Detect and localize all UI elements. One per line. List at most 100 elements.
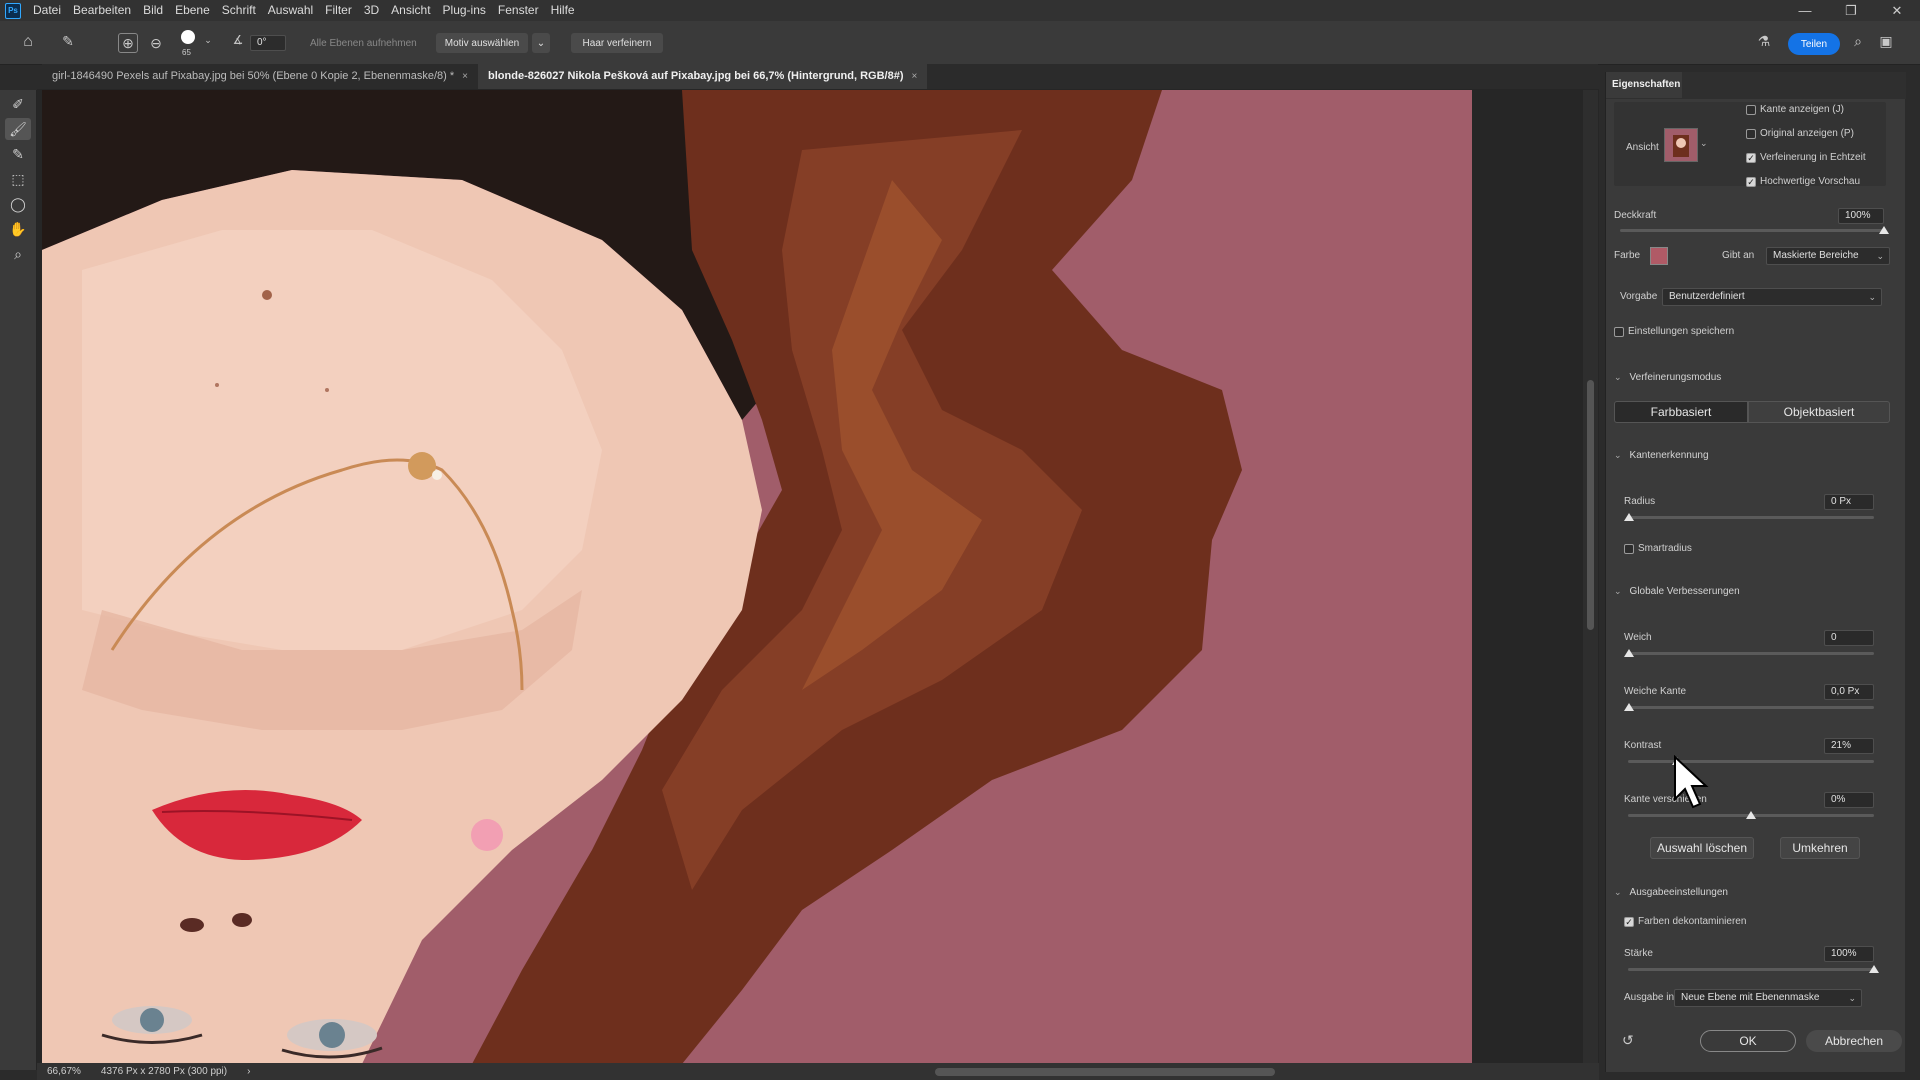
realtime-refine-checkbox[interactable]: ✓ xyxy=(1746,153,1756,163)
show-edge-checkbox[interactable] xyxy=(1746,105,1756,115)
brush-size-value: 65 xyxy=(182,48,191,57)
output-settings-section[interactable]: ⌄ Ausgabeeinstellungen xyxy=(1614,887,1728,898)
photo-upside-down-woman xyxy=(42,90,1472,1064)
invert-button[interactable]: Umkehren xyxy=(1780,837,1860,859)
brush-preview-icon[interactable] xyxy=(181,30,195,44)
radius-field[interactable]: 0 Px xyxy=(1824,494,1874,510)
feather-field[interactable]: 0,0 Px xyxy=(1824,684,1874,700)
menu-plugins[interactable]: Plug-ins xyxy=(437,0,492,21)
select-subject-dropdown[interactable]: ⌄ xyxy=(532,33,550,53)
shift-edge-slider-thumb[interactable] xyxy=(1746,811,1756,819)
menu-ansicht[interactable]: Ansicht xyxy=(385,0,436,21)
global-refinements-label: Globale Verbesserungen xyxy=(1629,586,1740,597)
refine-edge-brush-icon[interactable]: 🖌 xyxy=(5,118,31,140)
menu-bild[interactable]: Bild xyxy=(137,0,169,21)
restore-button[interactable]: ❐ xyxy=(1828,0,1874,21)
smooth-slider[interactable] xyxy=(1628,652,1874,655)
chevron-down-icon: ⌄ xyxy=(1876,251,1884,261)
opacity-slider-thumb[interactable] xyxy=(1879,226,1889,234)
refine-brush-icon[interactable]: ✎ xyxy=(58,33,78,50)
status-arrow-icon[interactable]: › xyxy=(237,1066,260,1077)
strength-slider[interactable] xyxy=(1628,968,1874,971)
lasso-tool-icon[interactable]: ◯ xyxy=(5,193,31,215)
show-original-checkbox[interactable] xyxy=(1746,129,1756,139)
canvas-area[interactable] xyxy=(37,89,1599,1064)
tab-document-2[interactable]: blonde-826027 Nikola Pešková auf Pixabay… xyxy=(478,64,928,89)
horizontal-scrollbar[interactable] xyxy=(935,1068,1275,1076)
output-to-dropdown[interactable]: Neue Ebene mit Ebenenmaske ⌄ xyxy=(1674,989,1862,1007)
menu-filter[interactable]: Filter xyxy=(319,0,358,21)
zoom-level[interactable]: 66,67% xyxy=(37,1066,91,1077)
output-to-value: Neue Ebene mit Ebenenmaske xyxy=(1681,992,1820,1003)
ok-button[interactable]: OK xyxy=(1700,1030,1796,1052)
menu-auswahl[interactable]: Auswahl xyxy=(262,0,319,21)
color-based-button[interactable]: Farbbasiert xyxy=(1614,401,1748,423)
hq-preview-checkbox[interactable]: ✓ xyxy=(1746,177,1756,187)
smart-radius-checkbox[interactable] xyxy=(1624,544,1634,554)
feather-slider[interactable] xyxy=(1628,706,1874,709)
object-based-button[interactable]: Objektbasiert xyxy=(1748,401,1890,423)
quick-selection-tool-icon[interactable]: ✐ xyxy=(5,93,31,115)
feather-slider-thumb[interactable] xyxy=(1624,703,1634,711)
menu-ebene[interactable]: Ebene xyxy=(169,0,216,21)
subtract-from-selection-icon[interactable]: ⊖ xyxy=(146,33,166,53)
menu-3d[interactable]: 3D xyxy=(358,0,385,21)
color-swatch[interactable] xyxy=(1650,247,1668,265)
radius-slider[interactable] xyxy=(1628,516,1874,519)
zoom-tool-icon[interactable]: ⌕ xyxy=(5,243,31,265)
menu-hilfe[interactable]: Hilfe xyxy=(545,0,581,21)
smooth-field[interactable]: 0 xyxy=(1824,630,1874,646)
status-bar: 66,67% 4376 Px x 2780 Px (300 ppi) › xyxy=(37,1063,1599,1080)
clear-selection-button[interactable]: Auswahl löschen xyxy=(1650,837,1754,859)
refine-mode-section[interactable]: ⌄ Verfeinerungsmodus xyxy=(1614,372,1721,383)
opacity-field[interactable]: 100% xyxy=(1838,208,1884,224)
save-settings-checkbox[interactable] xyxy=(1614,327,1624,337)
scroll-thumb[interactable] xyxy=(1587,380,1594,630)
add-to-selection-icon[interactable]: ⊕ xyxy=(118,33,138,53)
all-layers-label[interactable]: Alle Ebenen aufnehmen xyxy=(310,38,417,49)
radius-slider-thumb[interactable] xyxy=(1624,513,1634,521)
document-image[interactable] xyxy=(42,90,1472,1064)
properties-tab[interactable]: Eigenschaften xyxy=(1606,72,1682,98)
view-dropdown-chevron-icon[interactable]: ⌄ xyxy=(1700,138,1708,149)
reset-icon[interactable]: ↺ xyxy=(1622,1032,1634,1049)
view-thumbnail[interactable] xyxy=(1664,128,1698,162)
minimize-button[interactable]: — xyxy=(1782,0,1828,21)
home-icon[interactable]: ⌂ xyxy=(18,33,38,51)
vertical-scrollbar[interactable] xyxy=(1583,90,1598,1065)
edge-detection-section[interactable]: ⌄ Kantenerkennung xyxy=(1614,450,1709,461)
refine-hair-button[interactable]: Haar verfeinern xyxy=(571,33,663,53)
select-subject-button[interactable]: Motiv auswählen xyxy=(436,33,528,53)
opacity-slider[interactable] xyxy=(1620,229,1884,232)
menu-datei[interactable]: Datei xyxy=(27,0,67,21)
decontaminate-checkbox[interactable]: ✓ xyxy=(1624,917,1634,927)
indicates-dropdown[interactable]: Maskierte Bereiche ⌄ xyxy=(1766,247,1890,265)
cancel-button[interactable]: Abbrechen xyxy=(1806,1030,1902,1052)
brush-tool-icon[interactable]: ✎ xyxy=(5,143,31,165)
close-tab-icon[interactable]: × xyxy=(462,64,468,89)
flask-icon[interactable]: ⚗ xyxy=(1756,33,1772,50)
preset-value: Benutzerdefiniert xyxy=(1669,291,1745,302)
share-button[interactable]: Teilen xyxy=(1788,33,1840,55)
search-icon[interactable]: ⌕ xyxy=(1848,33,1868,50)
hand-tool-icon[interactable]: ✋ xyxy=(5,218,31,240)
contrast-field[interactable]: 21% xyxy=(1824,738,1874,754)
contrast-slider[interactable] xyxy=(1628,760,1874,763)
chevron-down-icon[interactable]: ⌄ xyxy=(202,35,214,46)
chevron-down-icon: ⌄ xyxy=(1614,450,1622,460)
preset-dropdown[interactable]: Benutzerdefiniert ⌄ xyxy=(1662,288,1882,306)
close-tab-icon[interactable]: × xyxy=(912,64,918,89)
menu-fenster[interactable]: Fenster xyxy=(492,0,545,21)
smooth-slider-thumb[interactable] xyxy=(1624,649,1634,657)
tab-document-1[interactable]: girl-1846490 Pexels auf Pixabay.jpg bei … xyxy=(42,64,478,89)
menu-bearbeiten[interactable]: Bearbeiten xyxy=(67,0,137,21)
shift-edge-field[interactable]: 0% xyxy=(1824,792,1874,808)
angle-field[interactable]: 0° xyxy=(250,35,286,51)
global-refinements-section[interactable]: ⌄ Globale Verbesserungen xyxy=(1614,586,1740,597)
object-selection-icon[interactable]: ⬚ xyxy=(5,168,31,190)
strength-slider-thumb[interactable] xyxy=(1869,965,1879,973)
strength-field[interactable]: 100% xyxy=(1824,946,1874,962)
close-button[interactable]: ✕ xyxy=(1874,0,1920,21)
menu-schrift[interactable]: Schrift xyxy=(216,0,262,21)
workspace-icon[interactable]: ▣ xyxy=(1876,33,1896,50)
